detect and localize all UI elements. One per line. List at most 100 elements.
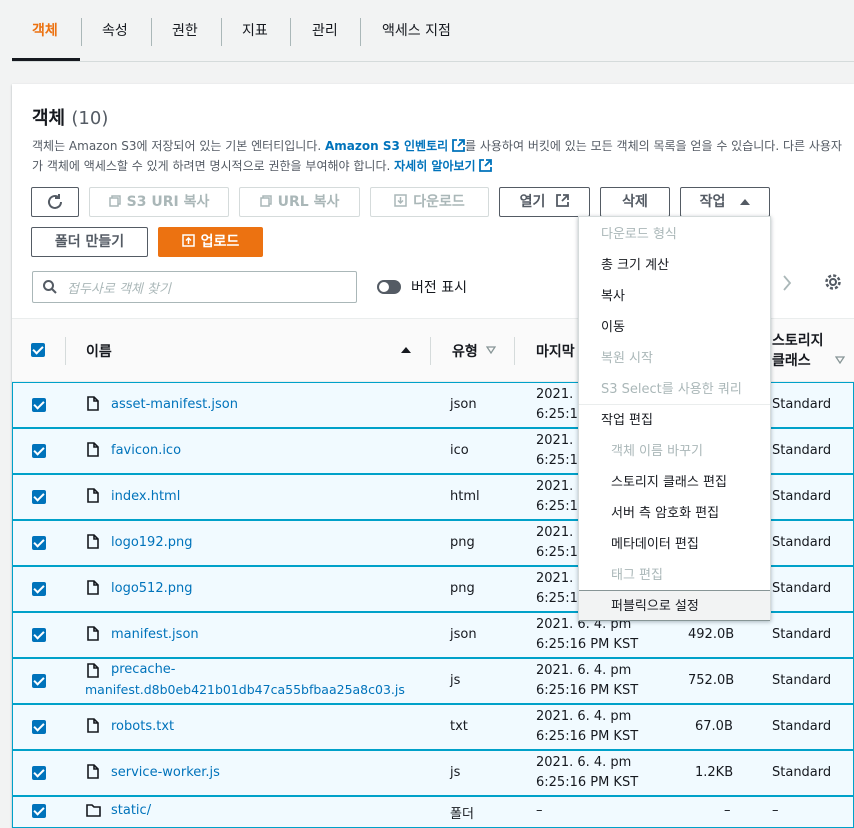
menu-item-edit-server-side-encryption[interactable]: 서버 측 암호화 편집	[579, 498, 770, 529]
tab-properties[interactable]: 속성	[102, 0, 128, 62]
row-checkbox[interactable]	[32, 674, 46, 688]
row-checkbox[interactable]	[32, 720, 46, 734]
sort-ascending-icon[interactable]	[401, 346, 411, 354]
row-checkbox[interactable]	[32, 628, 46, 642]
learn-more-link[interactable]: 자세히 알아보기	[394, 159, 475, 173]
delete-button[interactable]: 삭제	[600, 187, 670, 217]
menu-item-calculate-total-size[interactable]: 총 크기 계산	[579, 250, 770, 281]
table-row[interactable]: robots.txt txt 2021. 6. 4. pm 6:25:16 PM …	[12, 704, 854, 750]
object-name-link[interactable]: precache-	[111, 662, 176, 677]
object-name-link[interactable]: service-worker.js	[111, 765, 220, 780]
modified-date: 2021. 6. 4. pm	[536, 755, 632, 770]
object-size: 67.0B	[695, 719, 733, 734]
object-name-link[interactable]: robots.txt	[111, 719, 174, 734]
panel-title: 객체 (10)	[32, 104, 108, 130]
menu-item-edit-metadata[interactable]: 메타데이터 편집	[579, 529, 770, 560]
tab-permissions[interactable]: 권한	[172, 0, 198, 62]
row-checkbox[interactable]	[32, 398, 46, 412]
column-header-storage-class[interactable]: 스토리지 클래스	[772, 331, 824, 371]
menu-item-copy[interactable]: 복사	[579, 281, 770, 312]
actions-button[interactable]: 작업	[680, 187, 770, 217]
tab-objects[interactable]: 객체	[32, 0, 58, 62]
modified-time: 6:25:16 PM KST	[536, 683, 639, 698]
tab-access-points[interactable]: 액세스 지점	[382, 0, 451, 62]
row-checkbox[interactable]	[32, 444, 46, 458]
object-type: html	[450, 489, 480, 504]
table-row[interactable]: service-worker.js js 2021. 6. 4. pm 6:25:…	[12, 750, 854, 796]
upload-label: 업로드	[200, 234, 240, 250]
refresh-button[interactable]	[31, 187, 79, 217]
modified-date: 2021. 6. 4. pm	[536, 709, 632, 724]
column-header-name[interactable]: 이름	[86, 341, 112, 361]
object-name-link[interactable]: manifest.json	[111, 627, 199, 642]
object-type: 폴더	[450, 807, 474, 822]
show-versions-label: 버전 표시	[411, 280, 467, 296]
object-type: txt	[450, 719, 468, 734]
menu-item-make-public[interactable]: 퍼블릭으로 설정	[579, 590, 770, 621]
row-checkbox[interactable]	[32, 490, 46, 504]
open-label: 열기	[519, 194, 546, 210]
object-name-link-continued[interactable]: manifest.d8b0eb421b01db47ca55bfbaa25a8c0…	[85, 682, 405, 697]
object-name-link[interactable]: logo192.png	[111, 535, 192, 550]
object-type: json	[450, 627, 477, 642]
show-versions-toggle[interactable]	[377, 280, 401, 294]
row-checkbox[interactable]	[32, 536, 46, 550]
row-checkbox[interactable]	[32, 766, 46, 780]
upload-button[interactable]: 업로드	[158, 227, 263, 257]
panel-description: 객체는 Amazon S3에 저장되어 있는 기본 엔터티입니다. Amazon…	[32, 136, 842, 176]
menu-group-edit-actions: 작업 편집	[601, 413, 653, 428]
object-name-link[interactable]: asset-manifest.json	[111, 397, 238, 412]
menu-item-move[interactable]: 이동	[579, 312, 770, 343]
object-name-link[interactable]: index.html	[111, 489, 180, 504]
tab-divider	[81, 18, 82, 46]
menu-item-download-as[interactable]: 다운로드 형식	[579, 219, 770, 250]
object-storage-class: Standard	[772, 673, 832, 688]
object-type: png	[450, 535, 475, 550]
object-size: 752.0B	[688, 673, 735, 688]
storage-header-line2: 클래스	[772, 353, 811, 369]
menu-item-edit-storage-class[interactable]: 스토리지 클래스 편집	[579, 467, 770, 498]
object-name-link[interactable]: static/	[111, 803, 151, 818]
search-input[interactable]: 접두사로 객체 찾기	[32, 271, 357, 303]
object-name-link[interactable]: favicon.ico	[111, 443, 181, 458]
menu-item-initiate-restore[interactable]: 복원 시작	[579, 343, 770, 374]
object-type: js	[450, 765, 461, 780]
tab-divider	[360, 18, 361, 46]
copy-s3-uri-button[interactable]: S3 URI 복사	[89, 187, 229, 217]
table-row[interactable]: static/ 폴더 – – –	[12, 796, 854, 828]
gear-icon[interactable]	[824, 273, 842, 291]
download-button[interactable]: 다운로드	[370, 187, 489, 217]
tab-management[interactable]: 관리	[312, 0, 338, 62]
object-name-link[interactable]: logo512.png	[111, 581, 192, 596]
menu-item-query-with-s3-select[interactable]: S3 Select를 사용한 쿼리	[579, 374, 770, 405]
object-storage-class: Standard	[772, 719, 832, 734]
sort-icon[interactable]	[486, 346, 496, 354]
column-header-type[interactable]: 유형	[452, 341, 478, 361]
object-storage-class: –	[772, 803, 779, 818]
modified-date: 2021. 6. 4. pm	[536, 663, 632, 678]
tab-metrics[interactable]: 지표	[242, 0, 268, 62]
table-row[interactable]: precache- manifest.d8b0eb421b01db47ca55b…	[12, 658, 854, 704]
file-icon	[87, 626, 99, 641]
copy-url-button[interactable]: URL 복사	[239, 187, 360, 217]
row-checkbox[interactable]	[32, 804, 46, 818]
object-modified: –	[536, 803, 543, 818]
modified-time: 6:25:16 PM KST	[536, 637, 639, 652]
object-modified: 2021. 6. 4. pm 6:25:16 PM KST	[536, 661, 638, 701]
menu-item-rename-object[interactable]: 객체 이름 바꾸기	[579, 436, 770, 467]
create-folder-button[interactable]: 폴더 만들기	[31, 227, 148, 257]
column-header-modified[interactable]: 마지막	[536, 341, 575, 361]
row-checkbox[interactable]	[32, 582, 46, 596]
inventory-link[interactable]: Amazon S3 인벤토리	[325, 139, 448, 153]
open-button[interactable]: 열기	[499, 187, 590, 217]
select-all-checkbox[interactable]	[31, 343, 45, 357]
object-type: png	[450, 581, 475, 596]
object-type: json	[450, 397, 477, 412]
desc-text-1: 객체는 Amazon S3에 저장되어 있는 기본 엔터티입니다.	[32, 139, 325, 153]
menu-item-edit-tags[interactable]: 태그 편집	[579, 560, 770, 591]
object-storage-class: Standard	[772, 489, 832, 504]
next-page-icon[interactable]	[782, 275, 792, 291]
object-count: (10)	[71, 108, 109, 129]
sort-icon[interactable]	[835, 356, 845, 364]
column-divider	[430, 337, 431, 365]
